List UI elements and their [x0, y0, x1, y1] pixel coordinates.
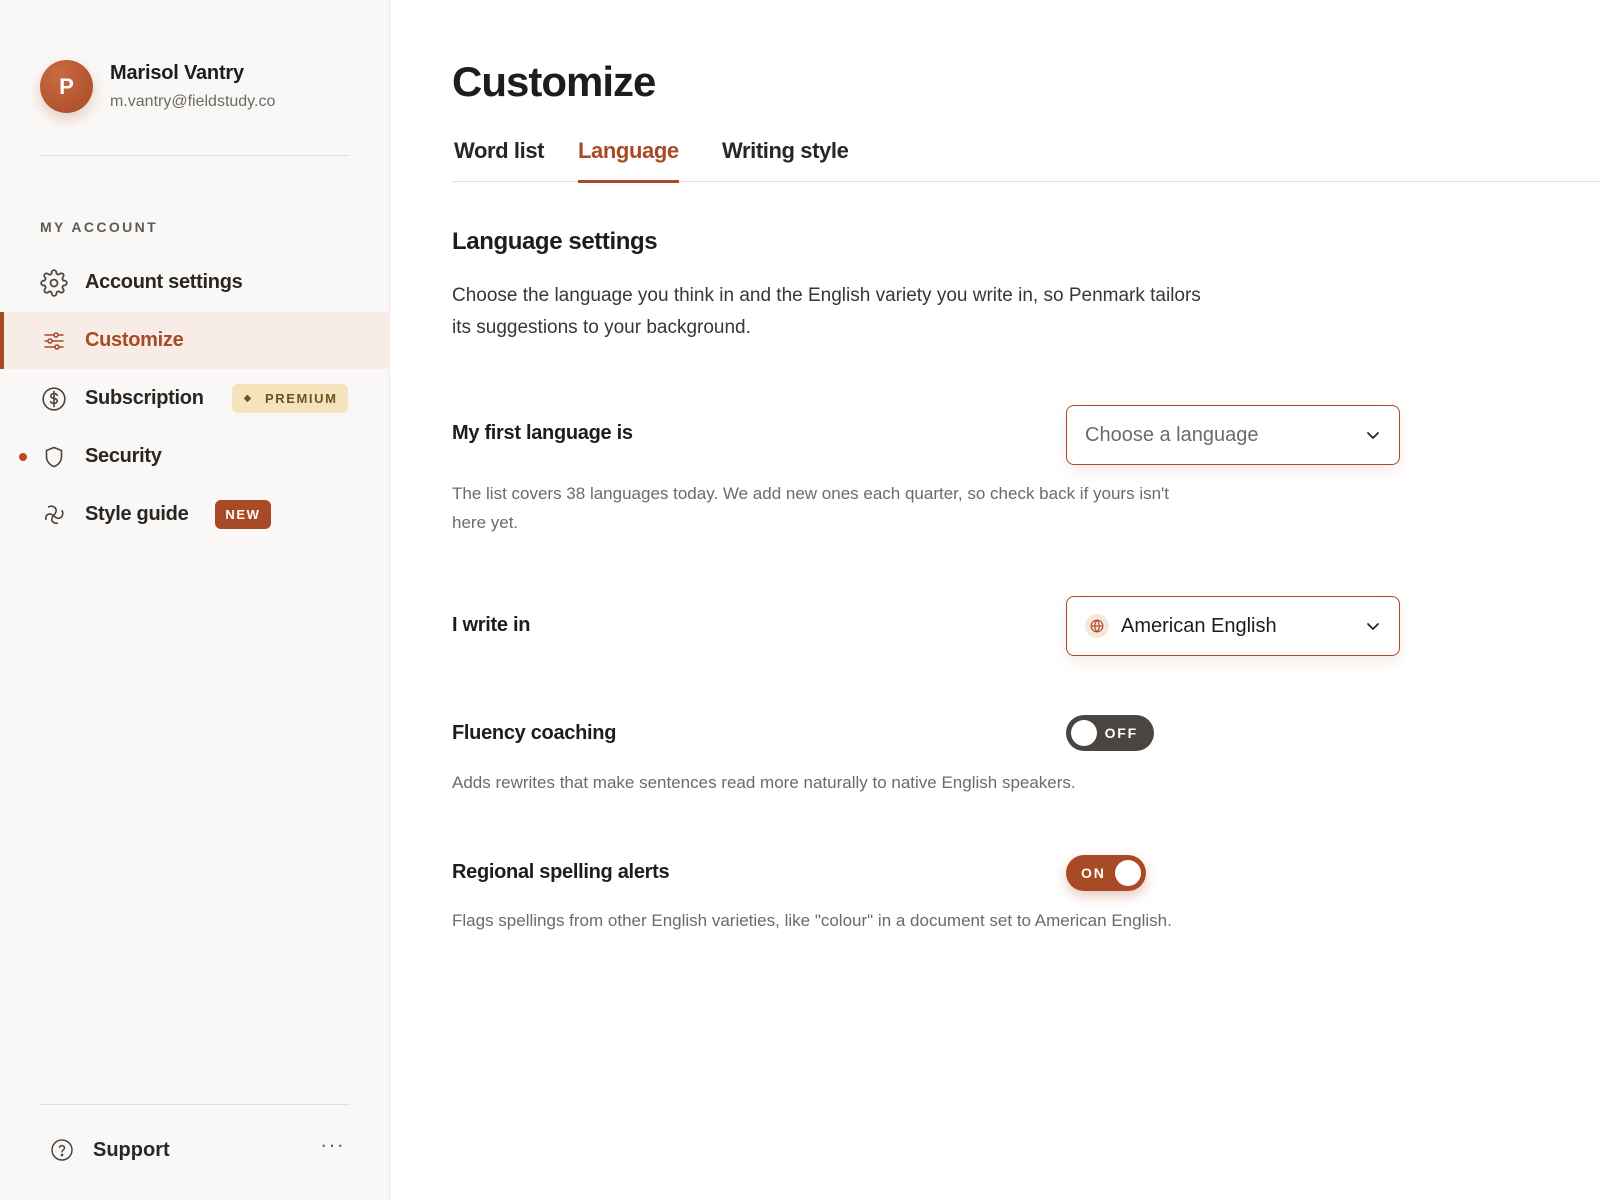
more-icon[interactable]: ···	[320, 1132, 345, 1158]
page-title: Customize	[452, 58, 656, 105]
write-in-value: American English	[1121, 614, 1277, 637]
section-title: Language settings	[452, 228, 658, 255]
sidebar-item-label: Style guide	[85, 503, 189, 525]
fluency-coaching-help: Adds rewrites that make sentences read m…	[452, 773, 1076, 792]
globe-icon	[1085, 614, 1109, 638]
chevron-down-icon	[1365, 618, 1381, 634]
main-content: Customize Word list Language Writing sty…	[390, 0, 1600, 1200]
alert-dot	[19, 453, 27, 461]
gear-icon	[40, 268, 68, 297]
sidebar-item-customize[interactable]: Customize	[0, 312, 390, 369]
regional-spelling-help: Flags spellings from other English varie…	[452, 911, 1172, 930]
sidebar-divider-top	[40, 155, 350, 156]
toggle-state-label: OFF	[1104, 725, 1138, 741]
sidebar-item-label: Customize	[85, 329, 184, 351]
tab-language[interactable]: Language	[578, 138, 679, 183]
profile-text: Marisol Vantry m.vantry@fieldstudy.co	[110, 62, 275, 111]
sidebar-item-label: Account settings	[85, 271, 243, 293]
sliders-icon	[40, 327, 68, 355]
sidebar-section-label: MY ACCOUNT	[40, 219, 159, 235]
toggle-knob	[1071, 720, 1097, 746]
profile-name: Marisol Vantry	[110, 62, 244, 84]
tab-writing-style[interactable]: Writing style	[722, 138, 849, 180]
first-language-label: My first language is	[452, 422, 633, 444]
avatar: P	[40, 60, 93, 113]
section-description: Choose the language you think in and the…	[452, 285, 1201, 338]
sidebar-item-security[interactable]: Security	[0, 428, 390, 485]
tab-word-list[interactable]: Word list	[454, 138, 545, 180]
sidebar-divider-bottom	[40, 1104, 350, 1105]
support-label: Support	[93, 1138, 170, 1161]
regional-spelling-toggle[interactable]: ON	[1066, 855, 1146, 891]
first-language-select[interactable]: Choose a language	[1066, 405, 1400, 465]
diamond-icon: ◆	[243, 393, 253, 404]
sidebar-item-label: Security	[85, 445, 162, 467]
chevron-down-icon	[1365, 427, 1381, 443]
first-language-help: The list covers 38 languages today. We a…	[452, 484, 1170, 532]
sidebar-item-label: Subscription	[85, 387, 204, 409]
sidebar-item-subscription[interactable]: Subscription ◆ PREMIUM	[0, 370, 390, 427]
premium-badge: ◆ PREMIUM	[231, 384, 348, 413]
profile-email: m.vantry@fieldstudy.co	[110, 93, 276, 110]
premium-badge-label: PREMIUM	[264, 391, 338, 406]
toggle-state-label: ON	[1081, 865, 1106, 881]
dollar-circle-icon	[40, 385, 68, 413]
sidebar-item-style-guide[interactable]: Style guide NEW	[0, 486, 390, 543]
tab-bar: Word list Language Writing style	[452, 134, 1600, 183]
shield-icon	[40, 443, 68, 471]
fluency-coaching-label: Fluency coaching	[452, 722, 617, 744]
write-in-select[interactable]: American English	[1066, 596, 1400, 656]
fluency-coaching-toggle[interactable]: OFF	[1066, 715, 1154, 751]
support-link[interactable]: Support ···	[48, 1132, 348, 1164]
help-circle-icon	[48, 1136, 76, 1164]
regional-spelling-label: Regional spelling alerts	[452, 861, 670, 883]
toggle-knob	[1115, 860, 1141, 886]
style-icon	[40, 501, 68, 529]
first-language-placeholder: Choose a language	[1085, 423, 1259, 446]
user-profile[interactable]: P Marisol Vantry m.vantry@fieldstudy.co	[40, 60, 275, 113]
sidebar-item-account-settings[interactable]: Account settings	[0, 254, 390, 311]
new-badge: NEW	[215, 500, 271, 529]
write-in-label: I write in	[452, 614, 531, 636]
sidebar: P Marisol Vantry m.vantry@fieldstudy.co …	[0, 0, 390, 1200]
